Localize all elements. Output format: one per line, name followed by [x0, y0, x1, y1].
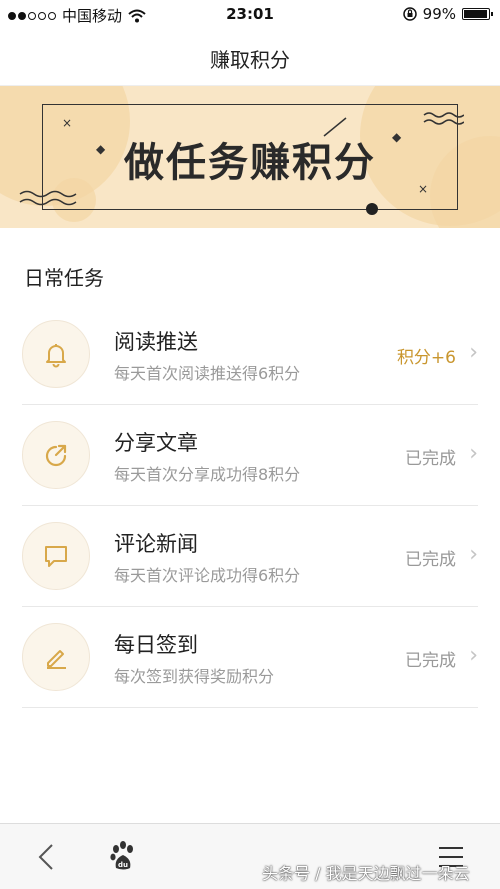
chevron-right-icon: › — [469, 643, 478, 668]
task-status: 已完成 — [405, 550, 456, 570]
baidu-paw-icon[interactable]: du — [108, 840, 138, 872]
chevron-right-icon: › — [469, 542, 478, 567]
task-icon-circle — [22, 522, 90, 590]
status-bar: 中国移动 23:01 99% — [0, 0, 500, 28]
sparkle-icon: × — [62, 116, 73, 130]
wave-decoration-icon — [19, 190, 77, 206]
share-icon — [45, 444, 67, 467]
task-name: 阅读推送 — [114, 330, 198, 354]
task-name: 每日签到 — [114, 633, 198, 657]
task-description: 每天首次分享成功得8积分 — [114, 465, 301, 484]
task-description: 每次签到获得奖励积分 — [114, 667, 275, 686]
chevron-right-icon: › — [469, 340, 478, 365]
task-item-read-push[interactable]: 阅读推送 每天首次阅读推送得6积分 积分+6 › — [22, 304, 478, 405]
bell-icon — [46, 344, 66, 368]
wave-decoration-icon — [423, 112, 464, 125]
status-right: 99% — [402, 5, 493, 23]
sparkle-icon: ◆ — [392, 130, 402, 144]
task-reward: 积分+6 — [396, 348, 456, 368]
task-icon-circle — [22, 623, 90, 691]
sparkle-icon: ◆ — [96, 142, 106, 156]
sparkle-icon: × — [418, 182, 429, 196]
task-status: 已完成 — [405, 449, 456, 469]
task-name: 分享文章 — [114, 431, 198, 455]
pen-icon — [47, 650, 66, 669]
nav-bar: 赚取积分 — [0, 28, 500, 86]
dot-decoration-icon — [366, 203, 378, 215]
task-name: 评论新闻 — [114, 532, 198, 556]
banner: 做任务赚积分 × × ◆ ◆ — [0, 86, 500, 228]
task-description: 每天首次评论成功得6积分 — [114, 566, 301, 585]
svg-text:du: du — [118, 861, 128, 869]
task-item-daily-checkin[interactable]: 每日签到 每次签到获得奖励积分 已完成 › — [22, 607, 478, 708]
section-title: 日常任务 — [24, 266, 104, 290]
battery-percent: 99% — [422, 5, 456, 23]
orientation-lock-icon — [402, 7, 417, 21]
task-item-comment-news[interactable]: 评论新闻 每天首次评论成功得6积分 已完成 › — [22, 506, 478, 607]
task-status: 已完成 — [405, 651, 456, 671]
banner-text: 做任务赚积分 — [124, 140, 376, 186]
page-title: 赚取积分 — [210, 48, 290, 72]
battery-icon — [462, 8, 493, 20]
chevron-right-icon: › — [469, 441, 478, 466]
slash-decoration-icon — [323, 117, 347, 137]
task-icon-circle — [22, 320, 90, 388]
task-icon-circle — [22, 421, 90, 489]
back-arrow-icon[interactable] — [36, 842, 56, 872]
task-item-share-article[interactable]: 分享文章 每天首次分享成功得8积分 已完成 › — [22, 405, 478, 506]
comment-icon — [45, 546, 67, 567]
task-description: 每天首次阅读推送得6积分 — [114, 364, 301, 383]
watermark-text: 头条号 / 我是天边飘过一朵云 — [262, 864, 470, 883]
